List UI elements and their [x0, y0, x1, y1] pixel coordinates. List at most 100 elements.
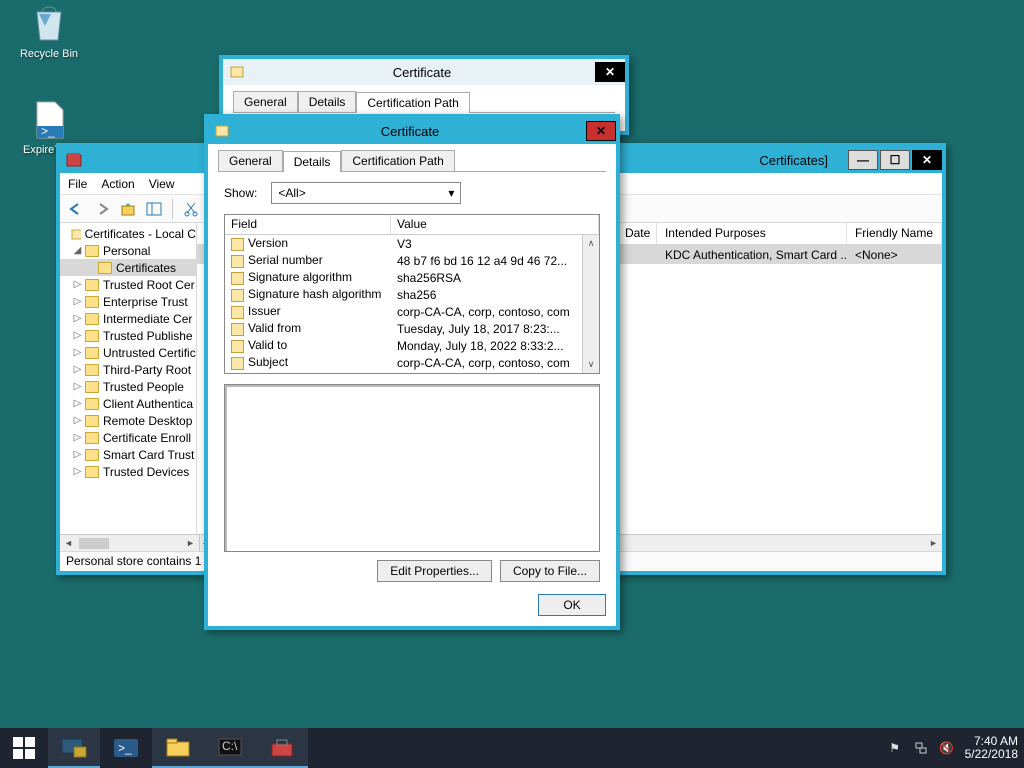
- collapse-icon[interactable]: ◢: [72, 245, 83, 256]
- expand-icon[interactable]: ▷: [72, 296, 83, 307]
- taskbar-server-manager[interactable]: [48, 728, 100, 768]
- network-icon[interactable]: [913, 740, 929, 756]
- field-icon: [231, 357, 244, 370]
- tab-details[interactable]: Details: [283, 151, 342, 172]
- taskbar-powershell[interactable]: >_: [100, 728, 152, 768]
- tree-item[interactable]: ▷Trusted Publishe: [60, 327, 196, 344]
- field-row[interactable]: Signature algorithmsha256RSA: [225, 269, 599, 286]
- menu-file[interactable]: File: [68, 177, 87, 191]
- expand-icon[interactable]: ▷: [72, 330, 83, 341]
- tree-item-personal[interactable]: ◢Personal: [60, 242, 196, 259]
- flag-icon[interactable]: ⚑: [887, 740, 903, 756]
- tree-item-certificates[interactable]: Certificates: [60, 259, 196, 276]
- field-row[interactable]: Serial number48 b7 f6 bd 16 12 a4 9d 46 …: [225, 252, 599, 269]
- expand-icon[interactable]: ▷: [72, 398, 83, 409]
- scroll-right-icon[interactable]: ►: [925, 538, 942, 548]
- scroll-left-icon[interactable]: ◄: [60, 538, 77, 548]
- minimize-button[interactable]: —: [848, 150, 878, 170]
- tree-item[interactable]: ▷Third-Party Root: [60, 361, 196, 378]
- expand-icon[interactable]: ▷: [72, 466, 83, 477]
- cell-purposes: KDC Authentication, Smart Card ...: [657, 248, 847, 262]
- expand-icon[interactable]: ▷: [72, 347, 83, 358]
- recycle-bin-icon: [29, 4, 69, 44]
- menu-action[interactable]: Action: [101, 177, 134, 191]
- fields-scrollbar[interactable]: ∧∨: [582, 235, 599, 373]
- folder-icon: [98, 262, 112, 274]
- tree-item[interactable]: ▷Certificate Enroll: [60, 429, 196, 446]
- expand-icon[interactable]: ▷: [72, 449, 83, 460]
- tree-item[interactable]: ▷Smart Card Trust: [60, 446, 196, 463]
- tree-item[interactable]: ▷Enterprise Trust: [60, 293, 196, 310]
- up-button[interactable]: [116, 198, 140, 220]
- tree-hscroll[interactable]: ◄►: [60, 534, 200, 551]
- expand-icon[interactable]: ▷: [72, 432, 83, 443]
- field-row[interactable]: Valid toMonday, July 18, 2022 8:33:2...: [225, 337, 599, 354]
- svg-text:>_: >_: [41, 124, 55, 138]
- volume-muted-icon[interactable]: 🔇: [939, 740, 955, 756]
- close-button[interactable]: ✕: [595, 62, 625, 82]
- folder-icon: [85, 432, 99, 444]
- show-hide-button[interactable]: [142, 198, 166, 220]
- tree-item[interactable]: ▷Trusted Devices: [60, 463, 196, 480]
- folder-icon: [85, 279, 99, 291]
- scroll-up-icon[interactable]: ∧: [583, 235, 599, 252]
- fields-list[interactable]: Field Value VersionV3 Serial number48 b7…: [224, 214, 600, 374]
- col-value[interactable]: Value: [391, 215, 599, 234]
- cut-button[interactable]: [179, 198, 203, 220]
- folder-icon: [85, 449, 99, 461]
- field-row[interactable]: Subjectcorp-CA-CA, corp, contoso, com: [225, 354, 599, 371]
- tab-details[interactable]: Details: [298, 91, 357, 112]
- field-row[interactable]: VersionV3: [225, 235, 599, 252]
- maximize-button[interactable]: ☐: [880, 150, 910, 170]
- tree-item[interactable]: ▷Intermediate Cer: [60, 310, 196, 327]
- show-combo[interactable]: <All> ▾: [271, 182, 461, 204]
- forward-button[interactable]: [90, 198, 114, 220]
- col-field[interactable]: Field: [225, 215, 391, 234]
- taskbar-toolbox[interactable]: [256, 728, 308, 768]
- tree-panel: Certificates - Local C ◢Personal Certifi…: [60, 223, 197, 551]
- tab-general[interactable]: General: [218, 150, 283, 171]
- cert-title: Certificate: [236, 124, 584, 139]
- col-date[interactable]: Date: [617, 223, 657, 244]
- recycle-bin[interactable]: Recycle Bin: [14, 4, 84, 60]
- scroll-down-icon[interactable]: ∨: [583, 356, 599, 373]
- tray-clock[interactable]: 7:40 AM 5/22/2018: [965, 735, 1018, 761]
- ok-button[interactable]: OK: [538, 594, 606, 616]
- close-button[interactable]: ✕: [586, 121, 616, 141]
- taskbar-cmd[interactable]: C:\: [204, 728, 256, 768]
- expand-icon[interactable]: ▷: [72, 364, 83, 375]
- back-button[interactable]: [64, 198, 88, 220]
- tab-general[interactable]: General: [233, 91, 298, 112]
- col-friendly[interactable]: Friendly Name: [847, 223, 942, 244]
- tree-item[interactable]: ▷Untrusted Certific: [60, 344, 196, 361]
- menu-view[interactable]: View: [149, 177, 175, 191]
- expand-icon[interactable]: ▷: [72, 381, 83, 392]
- system-tray: ⚑ 🔇 7:40 AM 5/22/2018: [887, 728, 1024, 768]
- scroll-thumb[interactable]: [79, 538, 109, 549]
- expand-icon[interactable]: ▷: [72, 279, 83, 290]
- taskbar-explorer[interactable]: [152, 728, 204, 768]
- tree-item[interactable]: ▷Trusted Root Cer: [60, 276, 196, 293]
- tree-item[interactable]: ▷Remote Desktop: [60, 412, 196, 429]
- tree-root[interactable]: Certificates - Local C: [60, 225, 196, 242]
- field-row[interactable]: Issuercorp-CA-CA, corp, contoso, com: [225, 303, 599, 320]
- copy-to-file-button[interactable]: Copy to File...: [500, 560, 600, 582]
- field-row[interactable]: Valid fromTuesday, July 18, 2017 8:23:..…: [225, 320, 599, 337]
- field-row[interactable]: Signature hash algorithmsha256: [225, 286, 599, 303]
- edit-properties-button[interactable]: Edit Properties...: [377, 560, 492, 582]
- folder-icon: [85, 347, 99, 359]
- folder-icon: [85, 364, 99, 376]
- close-button[interactable]: ✕: [912, 150, 942, 170]
- start-button[interactable]: [0, 728, 48, 768]
- field-icon: [231, 289, 244, 302]
- field-icon: [231, 238, 244, 251]
- col-purposes[interactable]: Intended Purposes: [657, 223, 847, 244]
- tab-cert-path[interactable]: Certification Path: [356, 92, 469, 113]
- expand-icon[interactable]: ▷: [72, 313, 83, 324]
- tab-cert-path[interactable]: Certification Path: [341, 150, 454, 171]
- tray-date: 5/22/2018: [965, 748, 1018, 761]
- expand-icon[interactable]: ▷: [72, 415, 83, 426]
- tree-item[interactable]: ▷Trusted People: [60, 378, 196, 395]
- tree-item[interactable]: ▷Client Authentica: [60, 395, 196, 412]
- scroll-right-icon[interactable]: ►: [182, 538, 199, 548]
